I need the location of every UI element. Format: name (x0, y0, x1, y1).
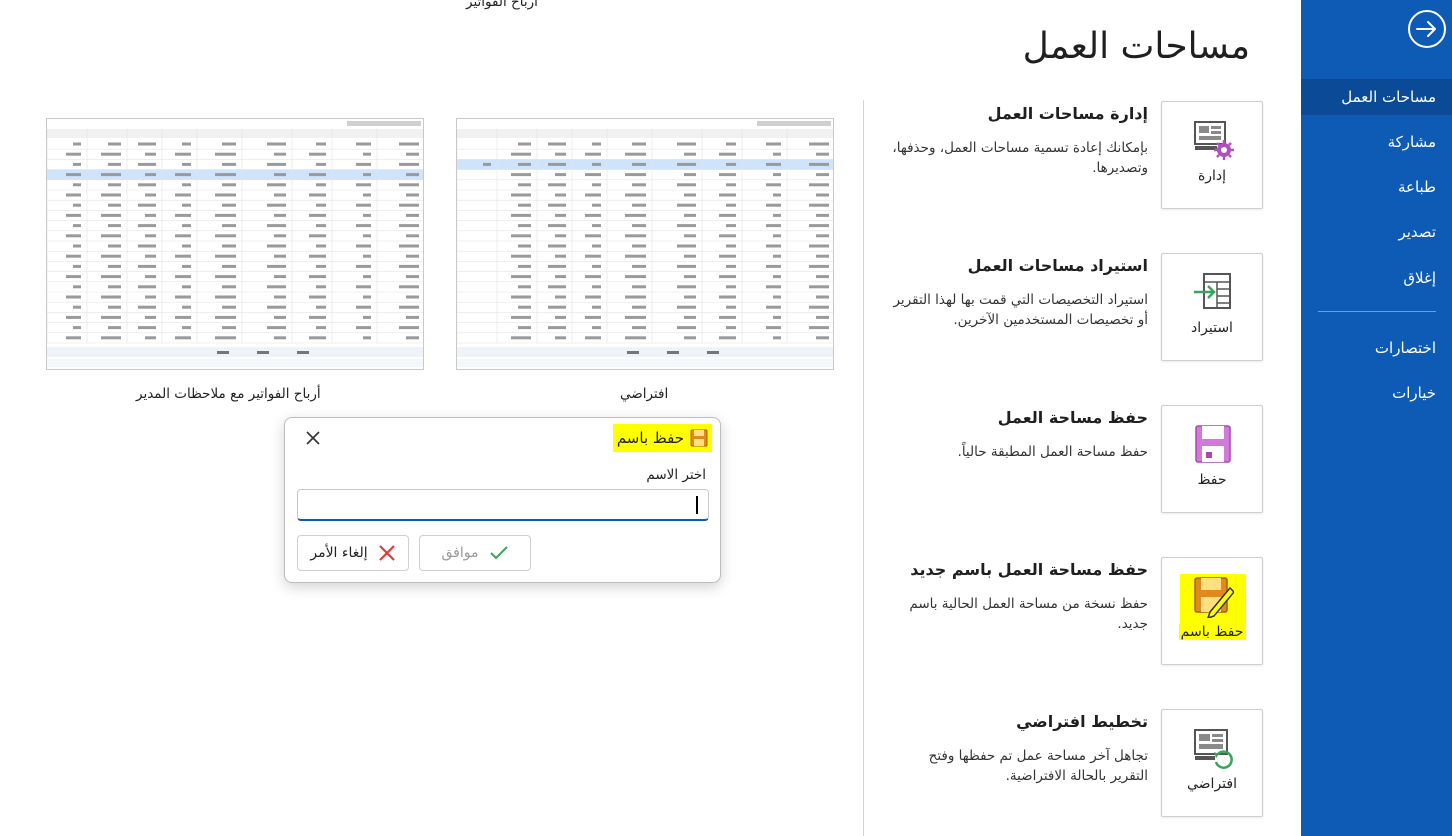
save-title: حفظ مساحة العمل (997, 408, 1148, 427)
default-button-label: افتراضي (1187, 776, 1237, 792)
workspace-thumbnail-manager-notes[interactable] (46, 118, 424, 370)
import-button[interactable]: استيراد (1161, 253, 1263, 361)
manage-workspace-icon (1194, 121, 1234, 160)
import-title: استيراد مساحات العمل (967, 256, 1148, 275)
table-preview (457, 119, 833, 369)
nav-item-options[interactable]: خيارات (1301, 375, 1452, 411)
save-button[interactable]: حفظ (1161, 405, 1263, 513)
nav-item-export[interactable]: تصدير (1301, 214, 1452, 250)
save-as-label-wrap: حفظ باسم (1162, 624, 1262, 640)
save-description: حفظ مساحة العمل المطبقة حالياً. (957, 444, 1148, 460)
check-icon (489, 546, 508, 560)
manage-title: إدارة مساحات العمل (987, 104, 1148, 123)
arrow-right-circle-icon (1416, 21, 1436, 37)
import-icon (1194, 273, 1231, 309)
save-as-icon (690, 429, 708, 447)
nav-item-share[interactable]: مشاركة (1301, 124, 1452, 160)
manage-button-label: إدارة (1197, 168, 1227, 184)
save-button-label: حفظ (1197, 472, 1227, 488)
section-divider (863, 100, 864, 836)
save-icon (1195, 425, 1231, 463)
workspace-thumbnail-label: أرباح الفواتير مع ملاحظات المدير (136, 386, 321, 402)
table-preview (47, 119, 423, 369)
default-description: تجاهل آخر مساحة عمل تم حفظها وفتح التقري… (928, 748, 1148, 784)
nav-divider (1318, 311, 1436, 312)
save-as-icon (1194, 577, 1234, 618)
workspace-thumbnail-default[interactable] (456, 118, 834, 370)
import-description: استيراد التخصيصات التي قمت بها لهذا التق… (893, 292, 1148, 328)
workspace-thumbnail-label: افتراضي (620, 386, 669, 402)
default-layout-button[interactable]: افتراضي (1161, 709, 1263, 817)
cancel-button-label: إلغاء الأمر (310, 545, 368, 561)
back-button[interactable] (1408, 10, 1446, 48)
ok-button[interactable]: موافق (419, 535, 531, 571)
nav-item-shortcuts[interactable]: اختصارات (1301, 330, 1452, 366)
dialog-title: حفظ باسم (616, 429, 684, 447)
page-title: مساحات العمل (1022, 26, 1250, 67)
nav-item-workspaces[interactable]: مساحات العمل (1301, 79, 1452, 115)
ok-button-label: موافق (441, 545, 479, 561)
backstage-sidebar: مساحات العمل مشاركة طباعة تصدير إغلاق اخ… (1301, 0, 1452, 836)
save-as-button[interactable]: حفظ باسم (1161, 557, 1263, 665)
nav-item-print[interactable]: طباعة (1301, 169, 1452, 205)
close-icon[interactable] (305, 430, 321, 446)
default-title: تخطيط افتراضي (1016, 712, 1148, 731)
name-input[interactable] (297, 489, 709, 521)
save-as-button-label: حفظ باسم (1178, 624, 1246, 640)
manage-button[interactable]: إدارة (1161, 101, 1263, 209)
save-as-dialog: حفظ باسم اختر الاسم موافق إلغاء الأمر (284, 417, 721, 583)
text-caret (696, 496, 698, 514)
dialog-title-bar: حفظ باسم (612, 424, 712, 452)
nav-item-close[interactable]: إغلاق (1301, 260, 1452, 296)
manage-description: بإمكانك إعادة تسمية مساحات العمل، وحذفها… (892, 140, 1148, 176)
name-field-label: اختر الاسم (646, 467, 706, 483)
save-as-title: حفظ مساحة العمل باسم جديد (910, 560, 1148, 579)
cancel-x-icon (378, 545, 395, 561)
cancel-button[interactable]: إلغاء الأمر (297, 535, 409, 571)
gallery-top-label: أرباح الفواتير (466, 0, 538, 10)
import-button-label: استيراد (1191, 320, 1233, 336)
save-as-description: حفظ نسخة من مساحة العمل الحالية باسم جدي… (909, 596, 1148, 632)
default-layout-icon (1194, 729, 1233, 769)
